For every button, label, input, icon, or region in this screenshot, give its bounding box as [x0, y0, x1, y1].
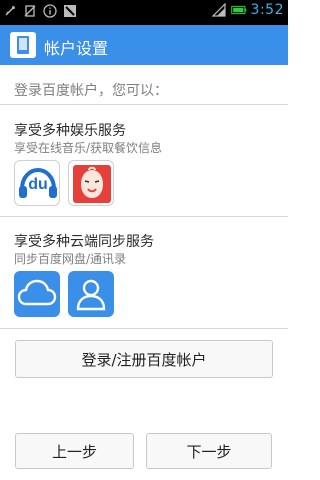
divider	[0, 216, 288, 217]
info-icon	[42, 3, 58, 19]
debug-icon	[62, 3, 78, 19]
food-app-icon[interactable]	[68, 160, 114, 206]
status-bar: 3:52	[0, 0, 288, 25]
clock: 3:52	[250, 2, 284, 18]
entertainment-subtitle: 享受在线音乐/获取餐饮信息	[14, 141, 163, 155]
signal-icon	[211, 2, 227, 18]
baidu-music-label: du	[28, 176, 48, 193]
login-register-button[interactable]: 登录/注册百度帐户	[15, 340, 273, 378]
no-sim-icon	[22, 3, 38, 19]
entertainment-title: 享受多种娱乐服务	[14, 123, 126, 139]
contacts-icon[interactable]	[68, 271, 114, 317]
baidu-music-icon[interactable]: du	[14, 160, 60, 206]
account-app-icon	[10, 32, 36, 58]
login-hint: 登录百度帐户，您可以：	[14, 83, 168, 99]
next-step-button[interactable]: 下一步	[146, 433, 272, 469]
divider	[0, 104, 288, 105]
battery-icon	[230, 2, 247, 18]
status-bar-notifications	[2, 3, 78, 19]
page-title: 帐户设置	[44, 39, 109, 58]
cloud-title: 享受多种云端同步服务	[14, 234, 154, 250]
divider	[0, 328, 288, 329]
cloud-drive-icon[interactable]	[14, 271, 60, 317]
title-bar: 帐户设置	[0, 25, 288, 65]
status-bar-system: 3:52	[211, 2, 284, 18]
cloud-subtitle: 同步百度网盘/通讯录	[14, 252, 127, 266]
usb-icon	[2, 3, 18, 19]
previous-step-button[interactable]: 上一步	[15, 433, 134, 469]
